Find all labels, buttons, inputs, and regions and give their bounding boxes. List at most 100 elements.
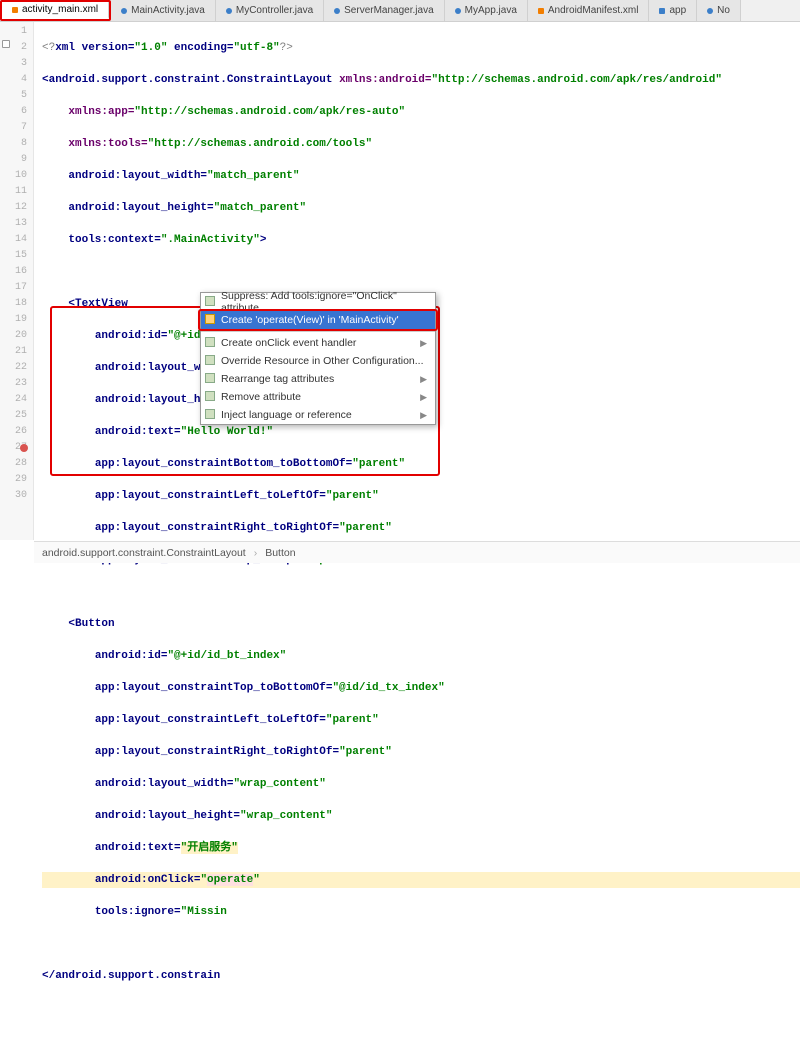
popup-item-create-handler[interactable]: Create onClick event handler ▶ — [201, 334, 435, 352]
tab-servermanager-java[interactable]: ServerManager.java — [324, 0, 445, 21]
line-number: 9 — [0, 152, 27, 168]
tab-androidmanifest-xml[interactable]: AndroidManifest.xml — [528, 0, 650, 21]
line-number: 5 — [0, 88, 27, 104]
code-text: <? — [42, 42, 55, 54]
xml-file-icon — [538, 8, 544, 14]
tab-label: MyController.java — [236, 5, 313, 16]
popup-item-create-method[interactable]: Create 'operate(View)' in 'MainActivity' — [201, 311, 435, 329]
bulb-icon — [205, 296, 215, 306]
code-text: "parent" — [326, 714, 379, 726]
line-number: 26 — [0, 424, 27, 440]
code-text: xmlns:app= — [68, 106, 134, 118]
code-text: android:text= — [95, 426, 181, 438]
line-number: 22 — [0, 360, 27, 376]
code-text: encoding= — [167, 42, 233, 54]
tab-mainactivity-java[interactable]: MainActivity.java — [111, 0, 216, 21]
code-text: android:layout_height= — [95, 810, 240, 822]
code-text: android:id= — [95, 650, 168, 662]
module-icon — [659, 8, 665, 14]
tab-highlight: activity_main.xml — [0, 0, 111, 21]
code-text: <TextView — [68, 298, 127, 310]
code-text: android:id= — [95, 330, 168, 342]
code-text: <android.support.constraint.ConstraintLa… — [42, 74, 339, 86]
bulb-icon — [205, 355, 215, 365]
chevron-right-icon: ▶ — [420, 374, 427, 385]
code-text: app:layout_constraintBottom_toBottomOf= — [95, 458, 352, 470]
tab-activity-main-xml[interactable]: activity_main.xml — [2, 2, 109, 19]
line-number: 28 — [0, 456, 27, 472]
fold-toggle-icon[interactable] — [2, 40, 10, 48]
breadcrumb-item[interactable]: Button — [265, 547, 295, 559]
code-area[interactable]: <?xml version="1.0" encoding="utf-8"?> <… — [34, 22, 800, 540]
line-number: 12 — [0, 200, 27, 216]
tab-app[interactable]: app — [649, 0, 697, 21]
code-text: " — [253, 874, 260, 886]
line-number: 16 — [0, 264, 27, 280]
error-gutter-icon[interactable] — [20, 444, 28, 452]
code-text: <Button — [68, 618, 114, 630]
code-text: > — [260, 234, 267, 246]
line-number: 19 — [0, 312, 27, 328]
tab-myapp-java[interactable]: MyApp.java — [445, 0, 528, 21]
code-editor[interactable]: 1 2 3 4 5 6 7 8 9 10 11 12 13 14 15 16 1… — [0, 22, 800, 540]
code-text: app:layout_constraintRight_toRightOf= — [95, 522, 339, 534]
popup-item-label: Override Resource in Other Configuration… — [221, 355, 424, 367]
code-text: "wrap_content" — [233, 778, 325, 790]
tab-mycontroller-java[interactable]: MyController.java — [216, 0, 324, 21]
code-text: "http://schemas.android.com/apk/res-auto… — [134, 106, 405, 118]
line-number: 20 — [0, 328, 27, 344]
java-file-icon — [226, 8, 232, 14]
code-text: ".MainActivity" — [161, 234, 260, 246]
popup-item-rearrange-attrs[interactable]: Rearrange tag attributes ▶ — [201, 370, 435, 388]
bulb-icon — [205, 373, 215, 383]
code-text: app:layout_constraintLeft_toLeftOf= — [95, 714, 326, 726]
line-number: 25 — [0, 408, 27, 424]
line-number: 21 — [0, 344, 27, 360]
code-text: "match_parent" — [207, 170, 299, 182]
line-number: 7 — [0, 120, 27, 136]
code-text: "match_parent" — [214, 202, 306, 214]
line-number: 8 — [0, 136, 27, 152]
popup-item-inject-language[interactable]: Inject language or reference▶ — [201, 406, 435, 424]
breadcrumb-item[interactable]: android.support.constraint.ConstraintLay… — [42, 547, 246, 559]
code-text: android:onClick= — [95, 874, 201, 886]
code-text: "1.0" — [134, 42, 167, 54]
code-text: "parent" — [352, 458, 405, 470]
java-file-icon — [121, 8, 127, 14]
java-file-icon — [707, 8, 713, 14]
code-text: android:layout_height= — [68, 202, 213, 214]
code-text: android:layout_width= — [68, 170, 207, 182]
tab-no[interactable]: No — [697, 0, 741, 21]
popup-item-suppress[interactable]: Suppress: Add tools:ignore="OnClick" att… — [201, 293, 435, 311]
line-number: 30 — [0, 488, 27, 504]
chevron-right-icon: ▶ — [420, 410, 427, 421]
popup-item-remove-attr[interactable]: Remove attribute▶ — [201, 388, 435, 406]
code-text: "开启服务" — [181, 842, 238, 854]
code-text: operate — [207, 874, 253, 886]
tab-label: No — [717, 5, 730, 16]
line-number: 14 — [0, 232, 27, 248]
line-number: 23 — [0, 376, 27, 392]
code-text: "parent" — [339, 522, 392, 534]
code-text: "parent" — [339, 746, 392, 758]
line-number: 11 — [0, 184, 27, 200]
line-number: 1 — [0, 24, 27, 40]
bulb-icon — [205, 314, 215, 324]
tab-label: AndroidManifest.xml — [548, 5, 639, 16]
tab-label: activity_main.xml — [22, 4, 98, 15]
tab-label: app — [669, 5, 686, 16]
code-text: "parent" — [326, 490, 379, 502]
line-number-gutter: 1 2 3 4 5 6 7 8 9 10 11 12 13 14 15 16 1… — [0, 22, 34, 540]
bulb-icon — [205, 337, 215, 347]
code-text: android:layout_width= — [95, 778, 234, 790]
bulb-icon — [205, 391, 215, 401]
chevron-right-icon: ▶ — [420, 338, 427, 349]
popup-item-label: Create onClick event handler — [221, 337, 356, 349]
code-text: "utf-8" — [233, 42, 279, 54]
popup-item-override-resource[interactable]: Override Resource in Other Configuration… — [201, 352, 435, 370]
code-text: app:layout_constraintLeft_toLeftOf= — [95, 490, 326, 502]
line-number: 15 — [0, 248, 27, 264]
code-text: "http://schemas.android.com/apk/res/andr… — [431, 74, 721, 86]
code-text: "@+id/id_bt_index" — [167, 650, 286, 662]
popup-item-label: Rearrange tag attributes — [221, 373, 334, 385]
